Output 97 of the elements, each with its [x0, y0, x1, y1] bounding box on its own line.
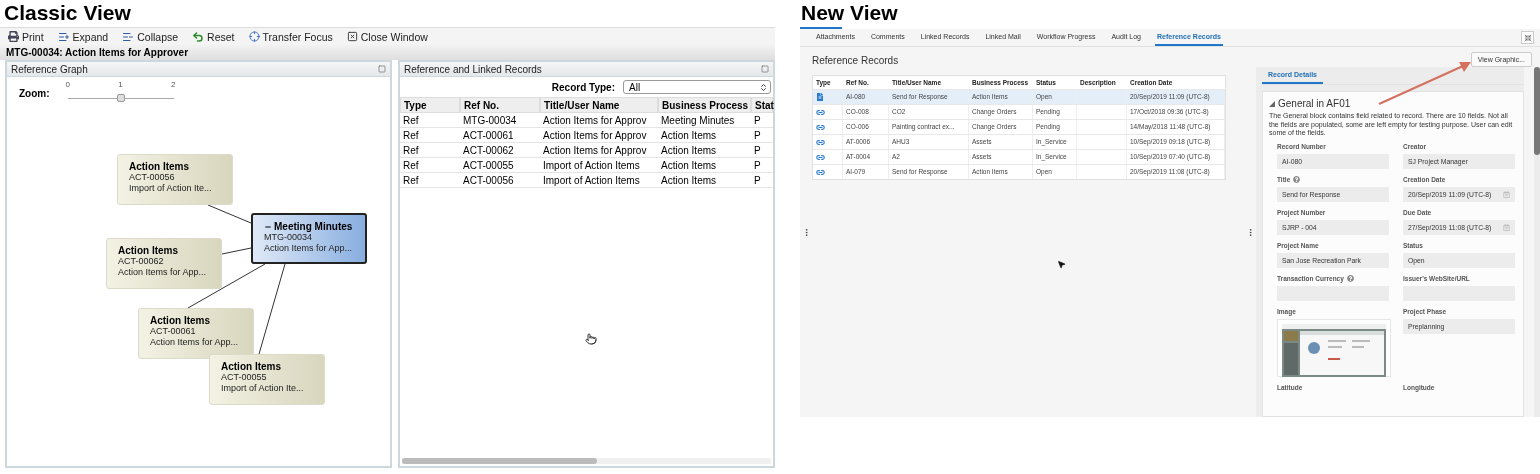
connector-line: [221, 247, 252, 255]
table-cell: P: [751, 158, 773, 173]
graph-node[interactable]: Action Items ACT-00056 Import of Action Ite...: [117, 154, 233, 205]
table-cell: P: [751, 128, 773, 143]
printer-icon: [8, 31, 19, 42]
table-cell: P: [751, 173, 773, 188]
minus-list-icon: [122, 30, 135, 43]
tick-label: 1: [118, 80, 123, 89]
slider-thumb[interactable]: [116, 94, 125, 102]
table-cell: Action Items: [658, 173, 751, 188]
table-cell: Action Items for Approv: [540, 113, 658, 128]
calendar-icon[interactable]: [1503, 190, 1510, 198]
section-title: Reference Records: [812, 55, 900, 68]
tick-label: 0: [65, 80, 70, 89]
toolbar-button[interactable]: Collapse: [122, 30, 179, 43]
panel-title: Reference and Linked Records: [404, 63, 542, 75]
node-ref: ACT-00062: [118, 256, 165, 267]
table-cell: ACT-00061: [460, 128, 540, 143]
maximize-icon[interactable]: [761, 65, 769, 73]
document-icon: [816, 93, 824, 101]
crosshair-icon: [248, 31, 260, 42]
table-cell: P: [751, 113, 773, 128]
column-header[interactable]: Type: [400, 97, 460, 113]
fullscreen-button[interactable]: [1521, 31, 1534, 44]
table-cell: Import of Action Items: [540, 173, 658, 188]
graph-node[interactable]: Action Items ACT-00061 Action Items for App...: [138, 308, 254, 359]
help-icon[interactable]: [1346, 274, 1354, 282]
node-type: Action Items: [118, 245, 178, 256]
connector-line: [207, 204, 252, 224]
graph-node[interactable]: Action Items ACT-00062 Action Items for App...: [106, 238, 222, 289]
graph-node[interactable]: Meeting Minutes MTG-00034 Action Items for App...: [251, 213, 367, 264]
record-title: MTG-00034: Action Items for Approver: [0, 45, 775, 60]
link-icon: [816, 152, 825, 162]
table-cell: ACT-00062: [460, 143, 540, 158]
record-type-select[interactable]: All: [623, 80, 771, 94]
node-title: Import of Action Ite...: [129, 183, 213, 194]
pointer-cursor-icon: [1057, 260, 1066, 269]
table-cell: Action Items: [658, 143, 751, 158]
toolbar-button[interactable]: Close Window: [346, 30, 428, 43]
node-type: Meeting Minutes: [274, 221, 353, 232]
maximize-icon[interactable]: [378, 65, 386, 73]
plus-list-icon: [57, 30, 70, 43]
table-cell: Ref: [400, 113, 460, 128]
tick-label: 2: [171, 80, 176, 89]
link-icon: [816, 167, 825, 177]
table-cell: Action Items: [658, 158, 751, 173]
panel-title: Reference Graph: [11, 63, 88, 75]
help-icon[interactable]: [1293, 175, 1301, 183]
node-type: Action Items: [150, 315, 210, 326]
node-title: Action Items for App...: [118, 267, 208, 278]
collapse-triangle-icon[interactable]: [1269, 100, 1275, 107]
node-title: Import of Action Ite...: [221, 383, 305, 394]
select-arrows-icon: [759, 82, 768, 92]
undo-arrow-icon: [192, 30, 205, 43]
node-ref: MTG-00034: [264, 232, 314, 243]
link-icon: [816, 107, 825, 117]
toolbar-button[interactable]: Expand: [57, 30, 109, 43]
table-cell: ACT-00056: [460, 173, 540, 188]
column-header[interactable]: Stat: [751, 97, 773, 113]
node-type: Action Items: [129, 161, 189, 172]
horizontal-scrollbar[interactable]: [402, 458, 771, 464]
view-heading: Classic View: [3, 0, 132, 26]
vertical-scrollbar[interactable]: [1534, 67, 1540, 417]
table-cell: Action Items for Approv: [540, 128, 658, 143]
toolbar-button[interactable]: Reset: [192, 30, 235, 43]
calendar-icon[interactable]: [1503, 223, 1510, 231]
column-header[interactable]: Business Process: [658, 97, 751, 113]
table-cell: Import of Action Items: [540, 158, 658, 173]
table-cell: Ref: [400, 143, 460, 158]
close-icon: [346, 31, 358, 42]
graph-node[interactable]: Action Items ACT-00055 Import of Action Ite...: [209, 354, 325, 405]
node-ref: ACT-00055: [221, 372, 268, 383]
node-title: Action Items for App...: [150, 337, 240, 348]
record-type-label: Record Type:: [551, 81, 615, 93]
column-header[interactable]: Ref No.: [460, 97, 540, 113]
table-cell: Meeting Minutes: [658, 113, 751, 128]
table-cell: Ref: [400, 128, 460, 143]
link-icon: [816, 137, 825, 147]
table-cell: MTG-00034: [460, 113, 540, 128]
toolbar-button[interactable]: Print: [8, 30, 44, 43]
table-cell: Action Items: [658, 128, 751, 143]
table-cell: Action Items for Approv: [540, 143, 658, 158]
node-ref: ACT-00056: [129, 172, 176, 183]
table-cell: ACT-00055: [460, 158, 540, 173]
view-heading: New View: [800, 0, 899, 26]
block-title: General in AF01: [1278, 98, 1351, 109]
table-cell: Ref: [400, 158, 460, 173]
toolbar-button[interactable]: Transfer Focus: [248, 30, 333, 43]
table-cell: Ref: [400, 173, 460, 188]
column-header[interactable]: Title/User Name: [540, 97, 658, 113]
zoom-label: Zoom:: [19, 88, 50, 99]
node-ref: ACT-00061: [150, 326, 197, 337]
node-title: Action Items for App...: [264, 243, 354, 254]
table-cell: P: [751, 143, 773, 158]
hand-cursor-icon: [585, 333, 597, 345]
link-icon: [816, 122, 825, 132]
node-type: Action Items: [221, 361, 281, 372]
